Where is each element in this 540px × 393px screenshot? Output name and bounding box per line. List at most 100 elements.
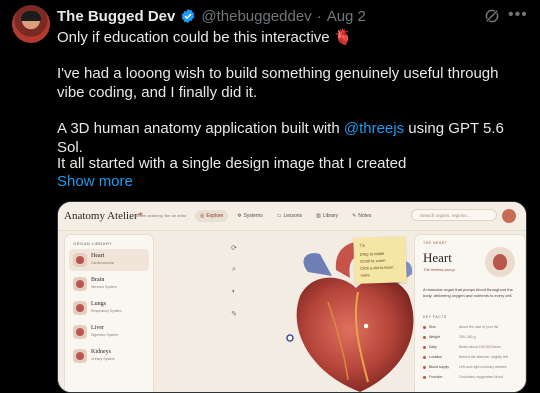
note-line: Click a dot to learn <box>360 264 394 271</box>
app-title-text: Anatomy Atelier <box>64 210 138 222</box>
fact-value: About the size of your fist <box>459 325 499 329</box>
organ-desc: Digestive System <box>91 333 119 337</box>
nav-item-label: Notes <box>358 213 372 219</box>
fact-row: Weight 250–350 g <box>423 335 519 344</box>
more-options-icon[interactable]: ••• <box>508 7 528 23</box>
note-line: Scroll to zoom <box>359 257 386 264</box>
post-paragraph-2: I've had a looong wish to build somethin… <box>57 65 499 101</box>
panel-heading: Heart <box>423 250 452 265</box>
app-title: Anatomy Atelier* <box>64 210 143 222</box>
fact-value: Left and right coronary arteries <box>459 365 507 369</box>
post-media-image[interactable]: Anatomy Atelier* Learn anatomy, like an … <box>57 201 527 393</box>
mention-link[interactable]: @threejs <box>344 120 404 137</box>
fact-key: Location <box>429 355 443 359</box>
nav-item-notes[interactable]: ✎ Notes <box>347 210 376 222</box>
organ-library-title: ORGAN LIBRARY <box>73 241 113 246</box>
nav-item-library[interactable]: ▥ Library <box>311 210 343 222</box>
post-header: The Bugged Dev @thebuggeddev · Aug 2 <box>57 6 366 26</box>
organ-name: Lungs <box>91 301 106 307</box>
nav-item-lessons[interactable]: ▭ Lessons <box>272 210 307 222</box>
slice-icon[interactable]: ◐ <box>228 288 240 300</box>
heart-thumb-icon <box>73 253 87 267</box>
fact-value: Behind the sternum, slightly left <box>459 355 508 359</box>
post-line-1: Only if education could be this interact… <box>57 29 353 46</box>
organ-desc: Cardiovascular <box>91 261 115 265</box>
nav-item-explore[interactable]: ◎ Explore <box>195 210 229 222</box>
organ-item-heart[interactable]: Heart Cardiovascular <box>69 249 149 271</box>
organ-name: Liver <box>91 325 104 331</box>
post-date[interactable]: Aug 2 <box>327 8 366 25</box>
app-top-bar: Anatomy Atelier* Learn anatomy, like an … <box>58 202 526 231</box>
systems-icon: ✲ <box>237 213 242 219</box>
organ-desc: Respiratory System <box>91 309 122 313</box>
note-title: Tip <box>359 242 365 248</box>
nav-item-label: Explore <box>206 213 224 219</box>
library-icon: ▥ <box>316 213 321 219</box>
brain-thumb-icon <box>73 277 87 291</box>
fact-value: 250–350 g <box>459 335 476 339</box>
rotate-icon[interactable]: ⟳ <box>228 244 240 256</box>
organ-item-lungs[interactable]: Lungs Respiratory System <box>69 297 149 319</box>
compass-icon: ◎ <box>200 213 205 219</box>
annotate-icon[interactable]: ✎ <box>228 310 240 322</box>
kidneys-thumb-icon <box>73 349 87 363</box>
organ-desc: Nervous System <box>91 285 117 289</box>
organ-item-liver[interactable]: Liver Digestive System <box>69 321 149 343</box>
lungs-thumb-icon <box>73 301 87 315</box>
fact-value: Circulates oxygenated blood <box>459 375 504 379</box>
app-search-input[interactable]: Search organs, regions... <box>411 209 497 221</box>
zoom-icon[interactable]: ⌕ <box>228 266 240 278</box>
app-nav: ◎ Explore ✲ Systems ▭ Lessons ▥ Library ✎ Not… <box>195 210 376 222</box>
author-avatar[interactable] <box>12 5 50 43</box>
organ-item-brain[interactable]: Brain Nervous System <box>69 273 149 295</box>
author-handle[interactable]: @thebuggeddev <box>201 8 311 25</box>
post-paragraph-4: It all started with a single design imag… <box>57 155 407 172</box>
author-name[interactable]: The Bugged Dev <box>57 8 175 25</box>
show-more-link[interactable]: Show more <box>57 172 133 191</box>
fact-row: Blood supply Left and right coronary arte… <box>423 365 519 374</box>
notes-icon: ✎ <box>352 213 357 219</box>
fact-key: Daily <box>429 345 437 349</box>
hotspot-dot <box>286 334 294 342</box>
heart-body-shape <box>296 277 414 392</box>
bullet-icon <box>423 356 426 359</box>
organ-desc: Urinary System <box>91 357 115 361</box>
panel-description: A muscular organ that pumps blood throug… <box>423 287 513 298</box>
organ-name: Heart <box>91 253 105 259</box>
nav-item-label: Systems <box>243 213 263 219</box>
organ-item-kidneys[interactable]: Kidneys Urinary System <box>69 345 149 367</box>
note-line: Drag to rotate <box>359 250 385 257</box>
verified-badge-icon <box>182 9 195 23</box>
key-facts-title: KEY FACTS <box>423 315 447 319</box>
panel-kicker: THE HEART <box>423 241 448 245</box>
hotspot-dot <box>362 322 370 330</box>
organ-library: ORGAN LIBRARY Heart Cardiovascular Brain… <box>64 234 154 392</box>
grok-icon[interactable] <box>483 7 501 25</box>
viewer-toolbar: ⟳ ⌕ ◐ ✎ <box>228 244 240 392</box>
fact-row: Daily Beats about 100,000 times <box>423 345 519 354</box>
fact-key: Function <box>429 375 443 379</box>
sticky-note: Tip Drag to rotate Scroll to zoom Click … <box>353 236 407 284</box>
bullet-icon <box>423 336 426 339</box>
app-user-avatar[interactable] <box>502 209 516 223</box>
post-paragraph-3: A 3D human anatomy application built wit… <box>57 119 527 157</box>
fact-key: Blood supply <box>429 365 450 369</box>
organ-name: Brain <box>91 277 105 283</box>
bullet-icon <box>423 366 426 369</box>
fact-row: Function Circulates oxygenated blood <box>423 375 519 384</box>
fact-key: Weight <box>429 335 440 339</box>
organ-name: Kidneys <box>91 349 111 355</box>
organ-detail-panel: THE HEART Heart The tireless pump A musc… <box>414 234 526 392</box>
nav-item-systems[interactable]: ✲ Systems <box>232 210 267 222</box>
bullet-icon <box>423 326 426 329</box>
pulmonary-vessel-shape <box>303 253 332 276</box>
fact-key: Size <box>429 325 436 329</box>
nav-item-label: Library <box>322 213 339 219</box>
fact-row: Location Behind the sternum, slightly lef… <box>423 355 519 364</box>
liver-thumb-icon <box>73 325 87 339</box>
nav-item-label: Lessons <box>283 213 303 219</box>
app-subtitle: Learn anatomy, like an artist <box>136 213 186 218</box>
fact-value: Beats about 100,000 times <box>459 345 501 349</box>
bullet-icon <box>423 376 426 379</box>
bullet-icon <box>423 346 426 349</box>
